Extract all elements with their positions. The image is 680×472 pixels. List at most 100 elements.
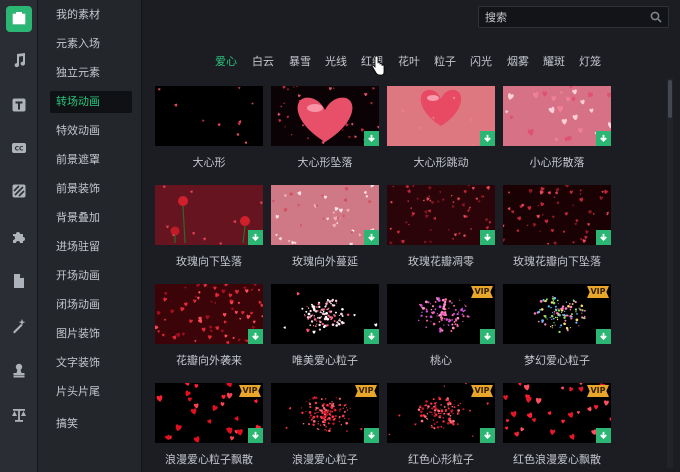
tag-tab[interactable]: 灯笼 <box>579 53 601 69</box>
asset-thumbnail[interactable] <box>503 185 611 245</box>
download-button[interactable] <box>364 428 379 443</box>
download-button[interactable] <box>364 131 379 146</box>
tag-tab[interactable]: 闪光 <box>470 53 492 69</box>
category-item[interactable]: 图片装饰 <box>50 323 132 345</box>
rail-button-stamp[interactable] <box>6 357 32 383</box>
download-button[interactable] <box>480 329 495 344</box>
asset-thumbnail[interactable] <box>155 86 263 146</box>
download-arrow-icon <box>483 431 492 440</box>
tag-tab[interactable]: 烟雾 <box>507 53 529 69</box>
download-button[interactable] <box>596 131 611 146</box>
asset-thumbnail[interactable]: VIP <box>271 383 379 443</box>
download-button[interactable] <box>596 329 611 344</box>
asset-thumbnail[interactable] <box>387 86 495 146</box>
download-arrow-icon <box>483 233 492 242</box>
category-item[interactable]: 搞笑 <box>50 413 132 435</box>
download-button[interactable] <box>596 230 611 245</box>
search-box[interactable] <box>478 6 669 28</box>
asset-title: 玫瑰向外蔓延 <box>292 255 358 268</box>
asset-thumbnail[interactable] <box>271 185 379 245</box>
rail-button-filter[interactable] <box>6 178 32 204</box>
download-button[interactable] <box>480 428 495 443</box>
category-item[interactable]: 进场驻留 <box>50 236 132 258</box>
asset-thumbnail[interactable]: VIP <box>503 383 611 443</box>
category-item[interactable]: 闭场动画 <box>50 294 132 316</box>
asset-thumbnail[interactable] <box>387 185 495 245</box>
rail-button-text[interactable] <box>6 92 32 118</box>
asset-title: 玫瑰花瓣向下坠落 <box>513 255 601 268</box>
stamp-icon <box>11 362 27 378</box>
asset-title: 红色心形粒子 <box>408 453 474 466</box>
rail-button-film-frame[interactable] <box>6 6 32 32</box>
asset-thumbnail[interactable]: VIP <box>155 383 263 443</box>
asset-title: 玫瑰花瓣凋零 <box>408 255 474 268</box>
scrollbar-thumb[interactable] <box>668 80 672 118</box>
tag-tab[interactable]: 爱心 <box>215 53 237 69</box>
scrollbar-track[interactable] <box>667 78 673 468</box>
asset-title: 大心形跳动 <box>413 156 469 169</box>
download-button[interactable] <box>480 230 495 245</box>
tag-tab[interactable]: 粒子 <box>434 53 456 69</box>
download-button[interactable] <box>480 131 495 146</box>
download-arrow-icon <box>483 332 492 341</box>
download-arrow-icon <box>599 332 608 341</box>
download-arrow-icon <box>599 233 608 242</box>
category-item[interactable]: 前景遮罩 <box>50 149 132 171</box>
tag-tab[interactable]: 暴雪 <box>289 53 311 69</box>
vip-badge: VIP <box>587 385 609 397</box>
asset-title: 梦幻爱心粒子 <box>524 354 590 367</box>
tag-tab[interactable]: 花叶 <box>398 53 420 69</box>
download-button[interactable] <box>596 428 611 443</box>
asset-thumbnail[interactable] <box>155 284 263 344</box>
tag-tab[interactable]: 白云 <box>252 53 274 69</box>
category-item[interactable]: 前景装饰 <box>50 178 132 200</box>
download-button[interactable] <box>248 428 263 443</box>
search-input[interactable] <box>485 9 645 25</box>
tag-tab[interactable]: 光线 <box>325 53 347 69</box>
download-arrow-icon <box>251 332 260 341</box>
category-item[interactable]: 背景叠加 <box>50 207 132 229</box>
download-arrow-icon <box>599 431 608 440</box>
svg-text:CC: CC <box>15 146 24 153</box>
filter-icon <box>11 183 27 199</box>
asset-title: 唯美爱心粒子 <box>292 354 358 367</box>
folder-icon <box>11 273 27 289</box>
category-item[interactable]: 特效动画 <box>50 120 132 142</box>
asset-thumbnail[interactable] <box>271 86 379 146</box>
rail-button-magic-wand[interactable] <box>6 313 32 339</box>
magic-wand-icon <box>11 318 27 334</box>
download-arrow-icon <box>483 134 492 143</box>
category-item[interactable]: 我的素材 <box>50 4 132 26</box>
download-button[interactable] <box>364 230 379 245</box>
category-item[interactable]: 开场动画 <box>50 265 132 287</box>
asset-title: 玫瑰向下坠落 <box>176 255 242 268</box>
rail-button-balance[interactable] <box>6 402 32 428</box>
asset-thumbnail[interactable]: VIP <box>387 284 495 344</box>
category-item[interactable]: 文字装饰 <box>50 352 132 374</box>
vip-badge: VIP <box>587 286 609 298</box>
download-arrow-icon <box>251 431 260 440</box>
asset-thumbnail[interactable]: VIP <box>387 383 495 443</box>
rail-button-music-note[interactable] <box>6 47 32 73</box>
download-button[interactable] <box>248 329 263 344</box>
vip-badge: VIP <box>471 286 493 298</box>
download-arrow-icon <box>599 134 608 143</box>
rail-button-caption[interactable]: CC <box>6 135 32 161</box>
download-arrow-icon <box>367 233 376 242</box>
rail-button-puzzle[interactable] <box>6 224 32 250</box>
category-item[interactable]: 片头片尾 <box>50 381 132 403</box>
rail-button-folder[interactable] <box>6 268 32 294</box>
search-icon[interactable] <box>650 11 662 23</box>
asset-title: 桃心 <box>430 354 452 367</box>
asset-thumbnail[interactable]: VIP <box>503 284 611 344</box>
category-item[interactable]: 转场动画 <box>50 91 132 113</box>
download-button[interactable] <box>364 329 379 344</box>
category-item[interactable]: 独立元素 <box>50 62 132 84</box>
tag-tab[interactable]: 耀斑 <box>543 53 565 69</box>
download-button[interactable] <box>248 230 263 245</box>
asset-thumbnail[interactable] <box>271 284 379 344</box>
asset-thumbnail[interactable] <box>155 185 263 245</box>
asset-thumbnail[interactable] <box>503 86 611 146</box>
category-item[interactable]: 元素入场 <box>50 33 132 55</box>
balance-icon <box>11 407 27 423</box>
